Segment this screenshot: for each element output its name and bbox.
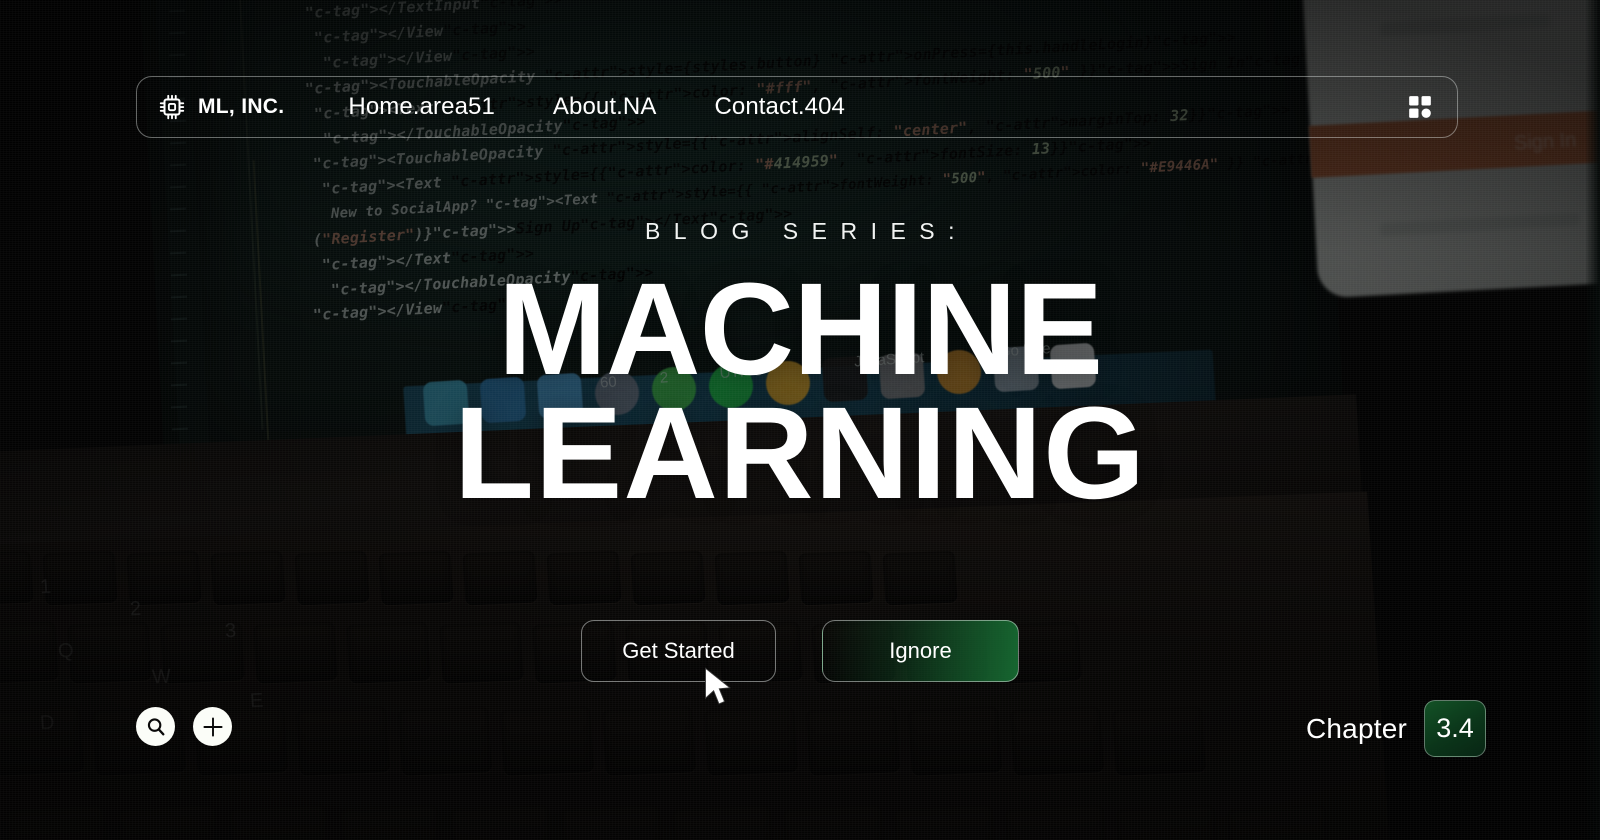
- hero-headline-line2: LEARNING: [453, 379, 1147, 527]
- hero-section: BLOG SERIES: MACHINE LEARNING: [0, 218, 1600, 527]
- chapter-indicator: Chapter 3.4: [1306, 700, 1486, 757]
- brand-name: ML, INC.: [198, 95, 285, 118]
- grid-apps-icon[interactable]: [1407, 94, 1433, 120]
- brand-logo[interactable]: ML, INC.: [157, 92, 284, 122]
- mouse-pointer-icon: [705, 667, 731, 705]
- nav-links: Home.area51 About.NA Contact.404: [348, 93, 845, 121]
- plus-icon: [202, 716, 223, 737]
- nav-link-home[interactable]: Home.area51: [348, 93, 495, 121]
- chapter-value-box[interactable]: 3.4: [1424, 700, 1486, 757]
- cta-button-group: Get Started Ignore: [0, 620, 1600, 682]
- magnifier-icon: [147, 717, 164, 735]
- get-started-button[interactable]: Get Started: [581, 620, 776, 682]
- hero-headline: MACHINE LEARNING: [0, 263, 1600, 527]
- nav-link-contact[interactable]: Contact.404: [714, 93, 845, 121]
- hero-eyebrow: BLOG SERIES:: [644, 218, 969, 244]
- chapter-label: Chapter: [1305, 712, 1407, 744]
- nav-link-about[interactable]: About.NA: [553, 93, 657, 121]
- floating-tool-buttons: [136, 707, 232, 746]
- cpu-chip-icon: [159, 94, 185, 120]
- search-button[interactable]: [136, 707, 175, 746]
- add-button[interactable]: [193, 707, 232, 746]
- navbar: ML, INC. Home.area51 About.NA Contact.40…: [136, 76, 1458, 138]
- ignore-button[interactable]: Ignore: [822, 620, 1019, 682]
